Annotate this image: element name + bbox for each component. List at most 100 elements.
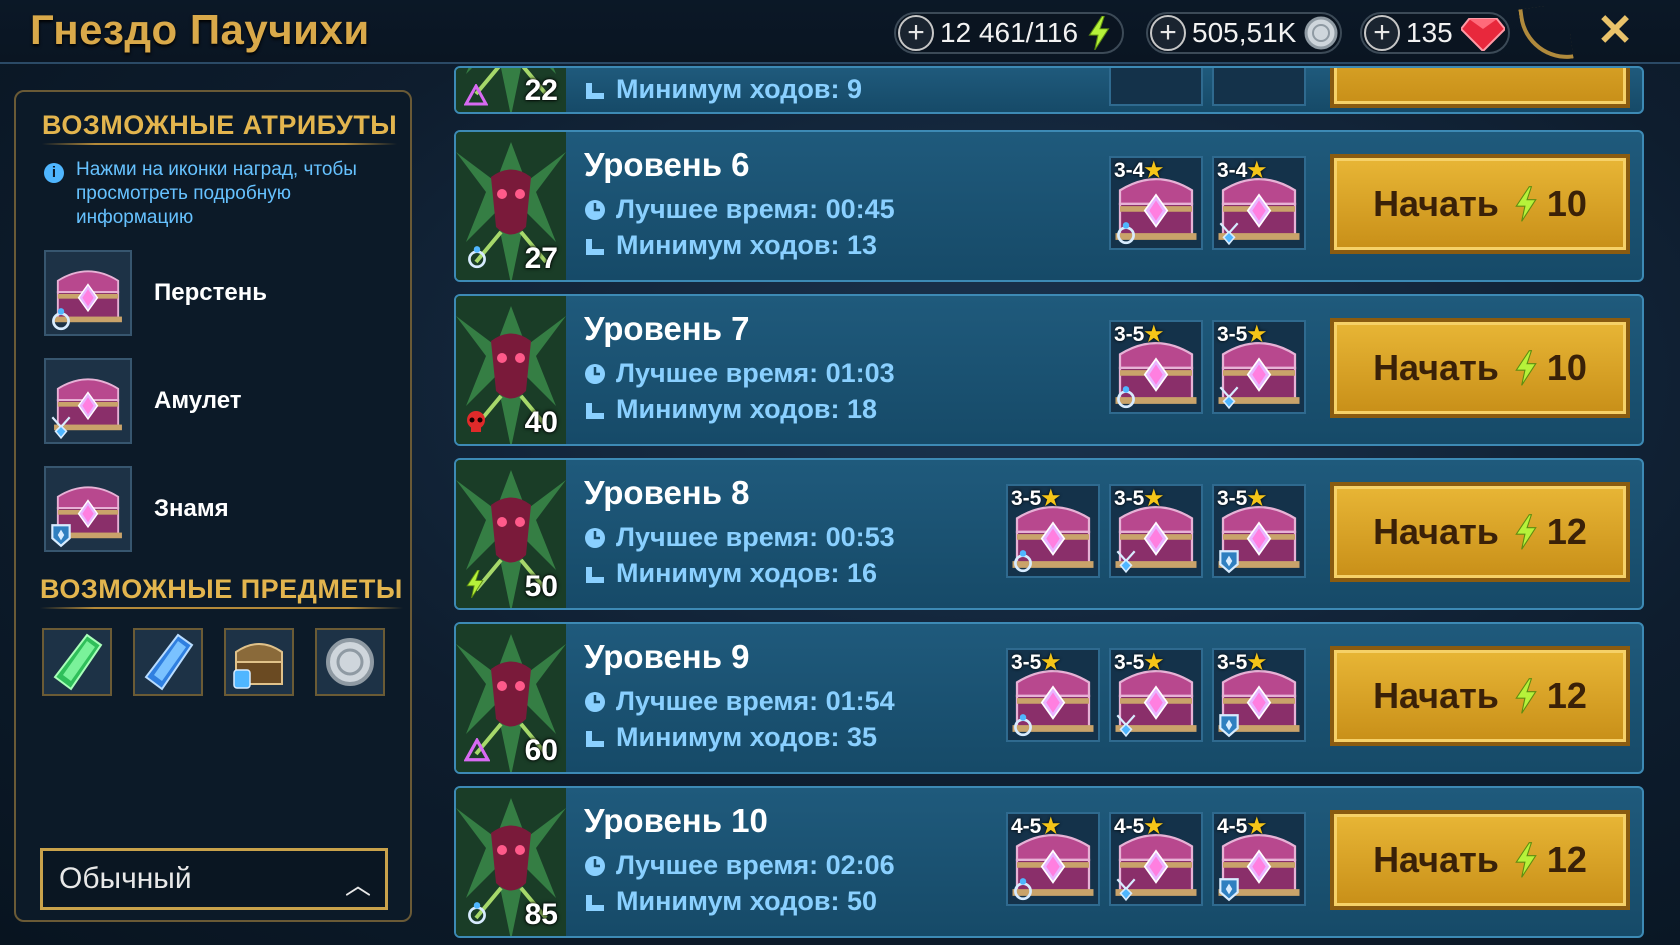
banner-icon: [1216, 548, 1242, 574]
boss-portrait: 27: [456, 132, 566, 280]
energy-counter: + 12 461/116: [894, 12, 1124, 54]
level-row-9: 60 Уровень 9 Лучшее время: 01:54 Минимум…: [454, 622, 1644, 774]
start-button[interactable]: Начать 12: [1330, 482, 1630, 582]
reward-amulet[interactable]: 3-5★: [1109, 648, 1203, 742]
ring-icon: [1113, 384, 1139, 410]
reward-stars: 3-5★: [1011, 487, 1061, 510]
force-element-icon: [467, 411, 485, 432]
amulet-icon: [1113, 876, 1139, 902]
level-title: Уровень 10: [584, 802, 768, 839]
level-title: Уровень 8: [584, 474, 750, 511]
level-row-10: 85 Уровень 10 Лучшее время: 02:06 Миниму…: [454, 786, 1644, 938]
boss-level: 60: [524, 734, 558, 767]
reward-stars: 3-5★: [1011, 651, 1061, 674]
reward-ring[interactable]: 3-5★: [1006, 484, 1100, 578]
reward-ring[interactable]: 3-5★: [1109, 320, 1203, 414]
clock-icon: [584, 855, 606, 877]
start-button[interactable]: [1330, 68, 1630, 108]
attribute-label: Амулет: [154, 387, 242, 414]
difficulty-select[interactable]: Обычный ︿: [40, 848, 388, 910]
steps-icon: [584, 235, 606, 257]
start-button[interactable]: Начать 10: [1330, 154, 1630, 254]
ring-icon: [1010, 876, 1036, 902]
level-row-6: 27 Уровень 6 Лучшее время: 00:45 Минимум…: [454, 130, 1644, 282]
magic-element-icon: [464, 900, 490, 926]
spirit-element-icon: [464, 570, 486, 598]
energy-icon: [1086, 16, 1112, 50]
ring-icon: [48, 306, 74, 332]
void-element-icon: [464, 84, 488, 106]
start-button[interactable]: Начать 12: [1330, 810, 1630, 910]
min-turns: Минимум ходов: 9: [584, 74, 862, 105]
reward-banner[interactable]: 3-5★: [1212, 484, 1306, 578]
add-gems-button[interactable]: +: [1364, 15, 1400, 51]
clock-icon: [584, 691, 606, 713]
chevron-up-icon: ︿: [344, 870, 371, 900]
best-time: Лучшее время: 02:06: [584, 850, 895, 881]
attribute-ring[interactable]: Перстень: [44, 250, 384, 336]
start-button[interactable]: Начать 10: [1330, 318, 1630, 418]
amulet-icon: [1216, 220, 1242, 246]
attribute-label: Перстень: [154, 279, 267, 306]
reward-stars: 3-5★: [1217, 651, 1267, 674]
ring-chest-icon[interactable]: [44, 250, 132, 336]
reward-banner[interactable]: 3-5★: [1212, 648, 1306, 742]
silver-coin-icon[interactable]: [315, 628, 385, 696]
silver-value: 505,51K: [1192, 17, 1297, 48]
steps-icon: [584, 891, 606, 913]
reward-chest[interactable]: [1212, 68, 1306, 106]
add-energy-button[interactable]: +: [898, 15, 934, 51]
energy-icon: [1513, 678, 1539, 714]
silver-counter: + 505,51K: [1146, 12, 1342, 54]
ring-icon: [1113, 220, 1139, 246]
attribute-label: Знамя: [154, 495, 229, 522]
min-turns: Минимум ходов: 13: [584, 230, 877, 261]
boss-level: 40: [524, 406, 558, 439]
reward-stars: 4-5★: [1114, 815, 1164, 838]
best-time: Лучшее время: 00:53: [584, 522, 895, 553]
gems-value: 135: [1406, 17, 1453, 48]
reward-stars: 4-5★: [1217, 815, 1267, 838]
ring-icon: [1010, 548, 1036, 574]
best-time: Лучшее время: 01:03: [584, 358, 895, 389]
gems-counter: + 135: [1360, 12, 1510, 54]
items-title: ВОЗМОЖНЫЕ ПРЕДМЕТЫ: [40, 574, 403, 609]
energy-icon: [1513, 186, 1539, 222]
boss-level: 22: [524, 74, 558, 107]
attribute-amulet[interactable]: Амулет: [44, 358, 384, 444]
banner-chest-icon[interactable]: [44, 466, 132, 552]
reward-ring[interactable]: 4-5★: [1006, 812, 1100, 906]
min-turns: Минимум ходов: 18: [584, 394, 877, 425]
reward-banner[interactable]: 4-5★: [1212, 812, 1306, 906]
reward-chest[interactable]: [1109, 68, 1203, 106]
energy-icon: [1513, 514, 1539, 550]
void-element-icon: [464, 738, 490, 762]
clock-icon: [584, 363, 606, 385]
reward-stars: 4-5★: [1011, 815, 1061, 838]
magic-element-icon: [464, 244, 490, 270]
reward-amulet[interactable]: 3-5★: [1212, 320, 1306, 414]
chest-potion-icon[interactable]: [224, 628, 294, 696]
blue-shard-icon[interactable]: [133, 628, 203, 696]
boss-portrait: 22: [456, 68, 566, 112]
level-row-partial: 22 Минимум ходов: 9: [454, 66, 1644, 114]
reward-amulet[interactable]: 4-5★: [1109, 812, 1203, 906]
reward-ring[interactable]: 3-5★: [1006, 648, 1100, 742]
add-silver-button[interactable]: +: [1150, 15, 1186, 51]
start-button[interactable]: Начать 12: [1330, 646, 1630, 746]
amulet-icon: [1113, 712, 1139, 738]
attribute-banner[interactable]: Знамя: [44, 466, 384, 552]
clock-icon: [584, 527, 606, 549]
close-button[interactable]: ✕: [1592, 8, 1638, 54]
energy-value: 12 461/116: [940, 17, 1079, 48]
reward-ring[interactable]: 3-4★: [1109, 156, 1203, 250]
amulet-chest-icon[interactable]: [44, 358, 132, 444]
level-title: Уровень 9: [584, 638, 750, 675]
energy-icon: [1513, 350, 1539, 386]
info-note: i Нажми на иконки наград, чтобы просмотр…: [44, 158, 384, 230]
green-shard-icon[interactable]: [42, 628, 112, 696]
reward-amulet[interactable]: 3-4★: [1212, 156, 1306, 250]
reward-amulet[interactable]: 3-5★: [1109, 484, 1203, 578]
energy-icon: [1513, 842, 1539, 878]
silver-coin-icon: [1304, 16, 1338, 50]
